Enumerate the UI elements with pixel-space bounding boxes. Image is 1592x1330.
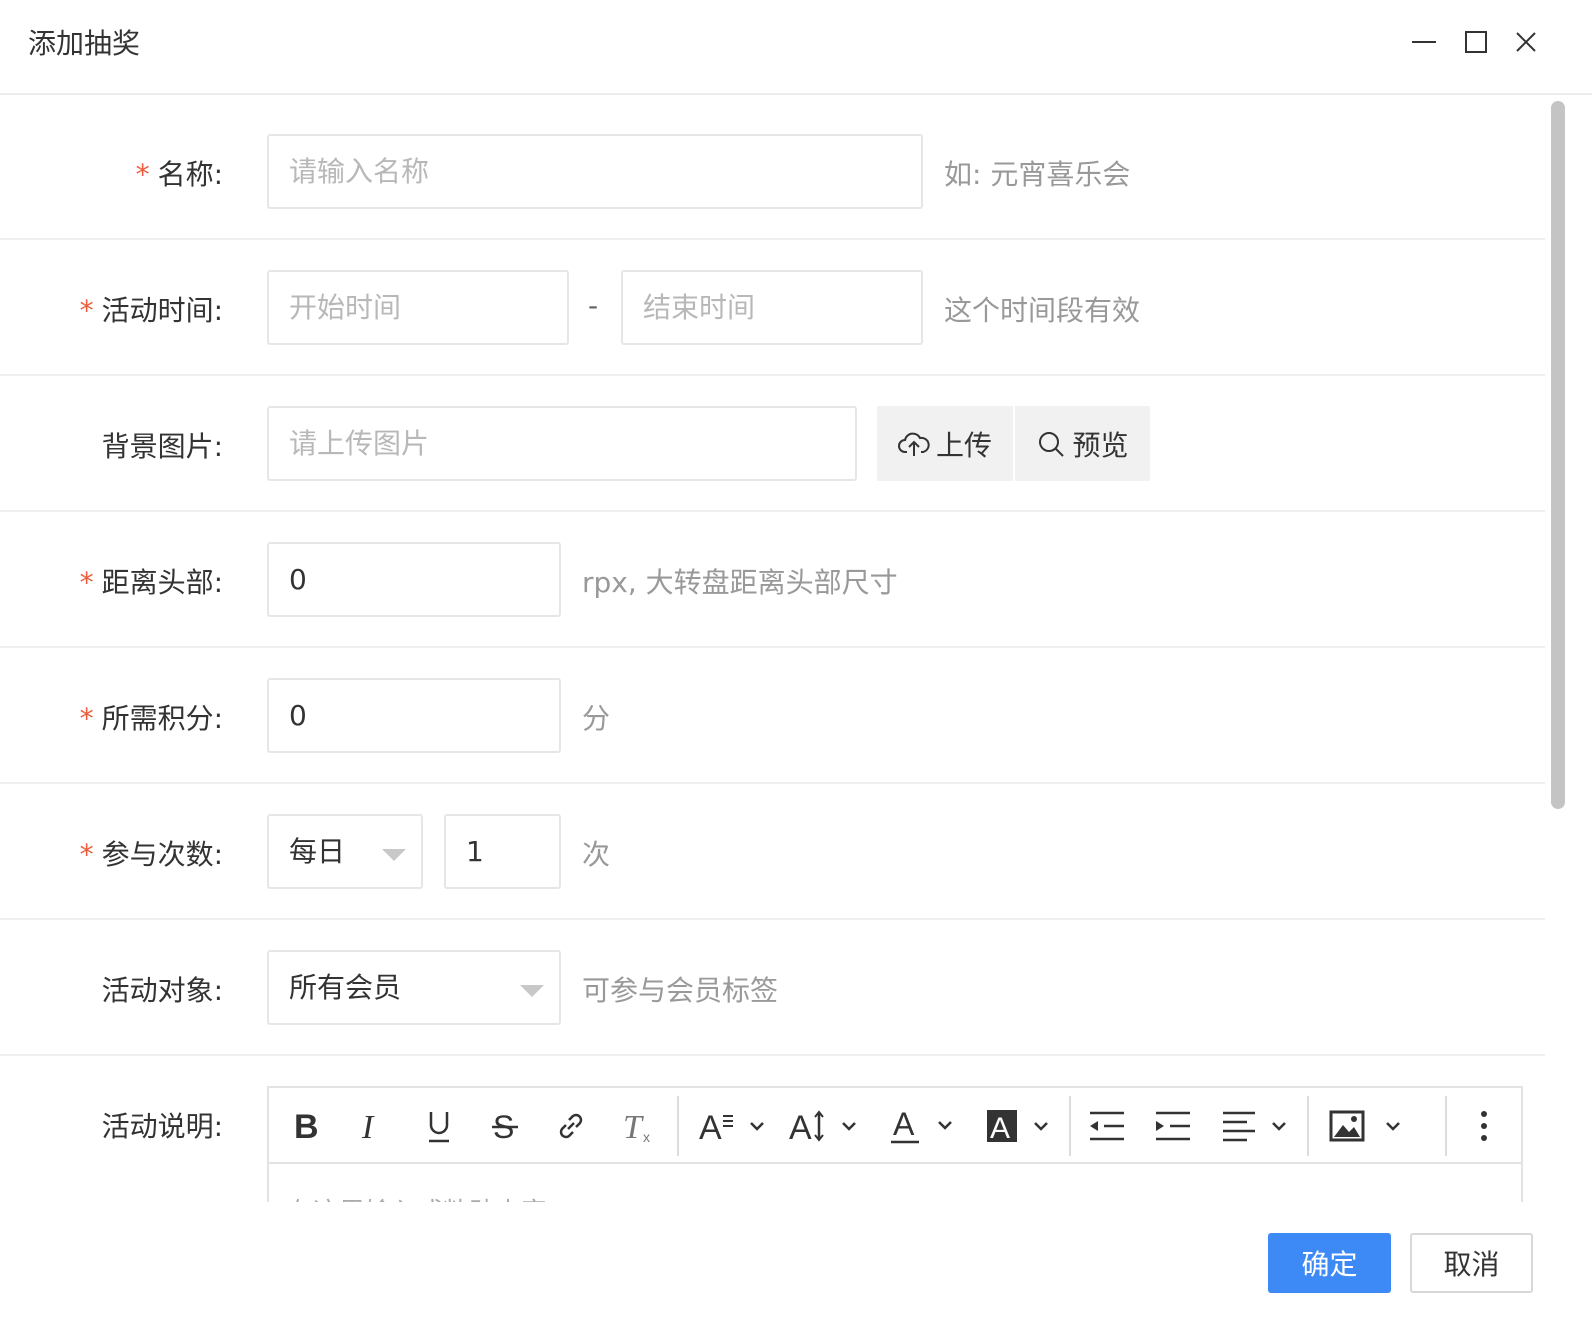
name-hint: 如: 元宵喜乐会 <box>944 158 1131 191</box>
outdent-icon[interactable] <box>1087 1106 1127 1146</box>
font-color-icon[interactable]: A <box>889 1106 961 1146</box>
svg-text:A: A <box>789 1109 812 1144</box>
svg-text:B: B <box>294 1109 319 1143</box>
chevron-down-icon <box>382 849 406 861</box>
required-mark: * <box>135 158 150 191</box>
heading-icon[interactable]: A <box>697 1106 773 1146</box>
svg-text:T: T <box>623 1109 644 1144</box>
form-row-participation: * 参与次数: 每日 1 次 <box>0 784 1545 920</box>
form-row-background: 背景图片: 请上传图片 上传 预览 <box>0 376 1545 512</box>
scrollbar[interactable] <box>1549 98 1567 810</box>
svg-text:I: I <box>361 1109 375 1143</box>
image-icon[interactable] <box>1329 1106 1409 1146</box>
upload-label: 上传 <box>935 428 992 462</box>
dialog-footer: 确定 取消 <box>0 1202 1592 1330</box>
background-input[interactable]: 请上传图片 <box>267 406 857 481</box>
scrollbar-thumb[interactable] <box>1551 101 1565 809</box>
background-label: 背景图片: <box>101 430 223 463</box>
cloud-upload-icon <box>897 432 930 456</box>
top-distance-label: * 距离头部: <box>79 566 223 599</box>
target-value: 所有会员 <box>289 971 402 1004</box>
maximize-icon[interactable] <box>1456 22 1496 62</box>
top-distance-input[interactable]: 0 <box>267 542 561 617</box>
target-label: 活动对象: <box>101 974 223 1007</box>
points-hint: 分 <box>582 702 611 735</box>
toolbar-divider <box>677 1096 679 1156</box>
description-label: 活动说明: <box>101 1110 223 1143</box>
dialog-titlebar: 添加抽奖 <box>0 0 1592 95</box>
form-row-points: * 所需积分: 0 分 <box>0 648 1545 784</box>
more-icon[interactable] <box>1469 1106 1499 1146</box>
link-icon[interactable] <box>553 1106 589 1146</box>
participation-hint: 次 <box>582 838 611 871</box>
svg-text:x: x <box>643 1129 650 1144</box>
search-icon <box>1039 431 1065 457</box>
svg-text:A: A <box>893 1107 915 1142</box>
form-row-top-distance: * 距离头部: 0 rpx, 大转盘距离头部尺寸 <box>0 512 1545 648</box>
background-color-icon[interactable]: A <box>985 1106 1057 1146</box>
form-content: * 名称: 请输入名称 如: 元宵喜乐会 * 活动时间: 开始时间 - 结束时间 这… <box>0 95 1545 1220</box>
upload-button[interactable]: 上传 <box>877 406 1013 481</box>
clear-format-icon[interactable]: Tx <box>619 1106 659 1146</box>
time-separator: - <box>588 289 599 322</box>
end-time-input[interactable]: 结束时间 <box>621 270 923 345</box>
editor-toolbar: B I S Tx A A A A <box>269 1088 1521 1164</box>
svg-text:A: A <box>990 1112 1010 1144</box>
rich-text-editor[interactable]: B I S Tx A A A A <box>267 1086 1523 1220</box>
underline-icon[interactable] <box>421 1106 457 1146</box>
minimize-icon[interactable] <box>1404 22 1444 62</box>
chevron-down-icon <box>520 985 544 997</box>
toolbar-divider <box>1307 1096 1309 1156</box>
toolbar-divider <box>1069 1096 1071 1156</box>
name-label: * 名称: <box>135 158 223 191</box>
form-row-description: 活动说明: B I S Tx A A A A <box>0 1056 1545 1220</box>
strikethrough-icon[interactable]: S <box>487 1106 523 1146</box>
count-input[interactable]: 1 <box>444 814 561 889</box>
required-mark: * <box>79 294 94 327</box>
bold-icon[interactable]: B <box>289 1106 325 1146</box>
svg-text:A: A <box>699 1109 722 1144</box>
dialog-title: 添加抽奖 <box>28 27 141 60</box>
points-input[interactable]: 0 <box>267 678 561 753</box>
start-time-input[interactable]: 开始时间 <box>267 270 569 345</box>
period-value: 每日 <box>289 835 346 868</box>
form-row-target: 活动对象: 所有会员 可参与会员标签 <box>0 920 1545 1056</box>
name-input[interactable]: 请输入名称 <box>267 134 923 209</box>
required-mark: * <box>79 838 94 871</box>
italic-icon[interactable]: I <box>355 1106 391 1146</box>
preview-label: 预览 <box>1072 428 1129 462</box>
form-row-time: * 活动时间: 开始时间 - 结束时间 这个时间段有效 <box>0 240 1545 376</box>
toolbar-divider <box>1445 1096 1447 1156</box>
target-hint: 可参与会员标签 <box>582 974 779 1007</box>
time-label: * 活动时间: <box>79 294 223 327</box>
close-icon[interactable] <box>1506 22 1546 62</box>
align-icon[interactable] <box>1221 1106 1301 1146</box>
required-mark: * <box>79 702 94 735</box>
period-select[interactable]: 每日 <box>267 814 423 889</box>
target-select[interactable]: 所有会员 <box>267 950 561 1025</box>
preview-button[interactable]: 预览 <box>1015 406 1150 481</box>
top-distance-hint: rpx, 大转盘距离头部尺寸 <box>582 566 898 599</box>
form-row-name: * 名称: 请输入名称 如: 元宵喜乐会 <box>0 95 1545 240</box>
indent-icon[interactable] <box>1153 1106 1193 1146</box>
participation-label: * 参与次数: <box>79 838 223 871</box>
points-label: * 所需积分: <box>79 702 223 735</box>
font-size-icon[interactable]: A <box>789 1106 865 1146</box>
cancel-button[interactable]: 取消 <box>1410 1233 1533 1293</box>
confirm-button[interactable]: 确定 <box>1268 1233 1391 1293</box>
time-hint: 这个时间段有效 <box>944 294 1141 327</box>
required-mark: * <box>79 566 94 599</box>
